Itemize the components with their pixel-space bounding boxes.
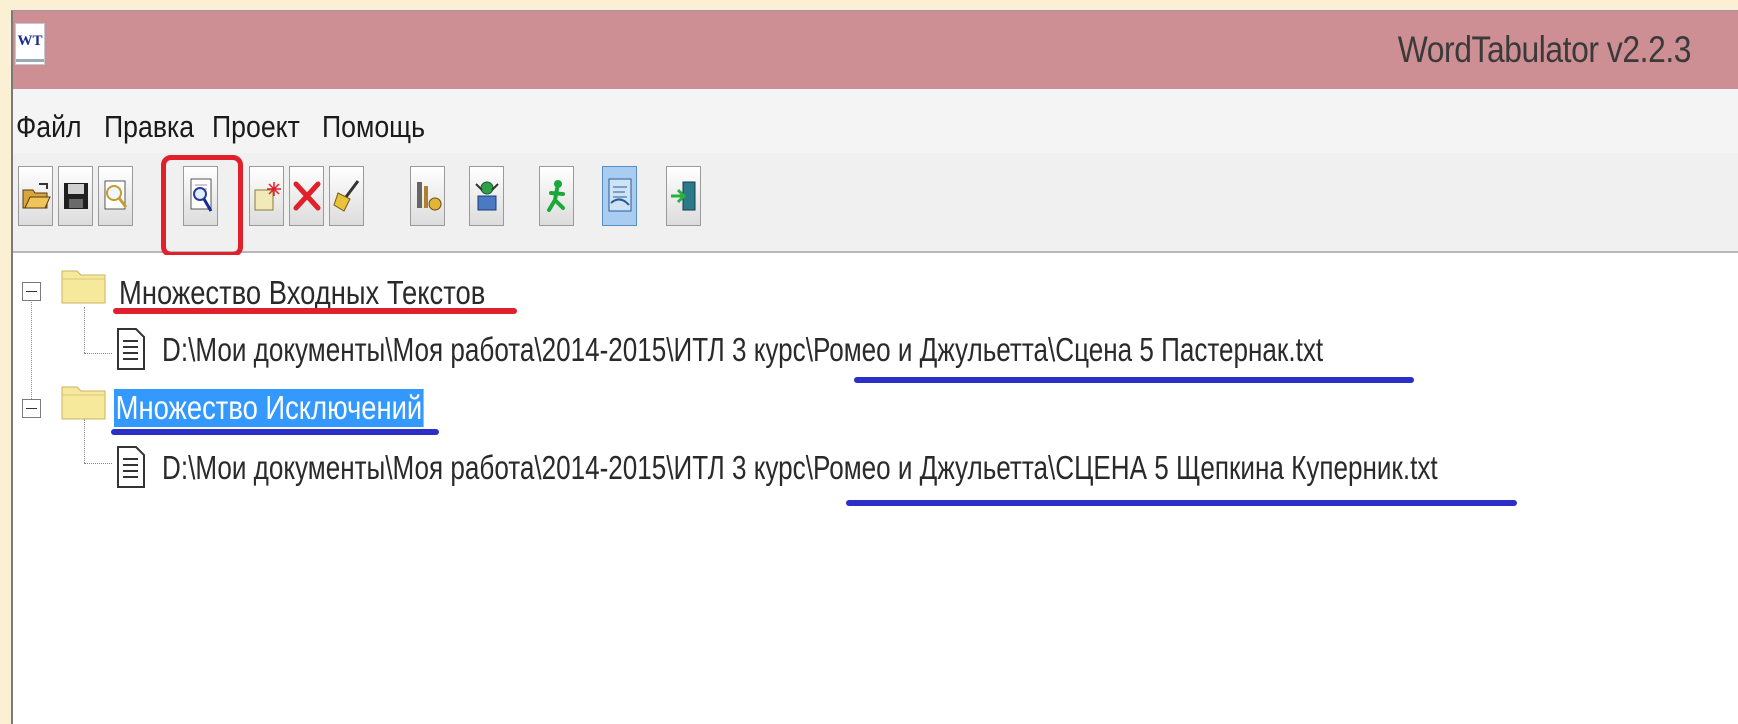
tree-node-input-texts[interactable]: Множество Входных Текстов [119, 274, 485, 312]
menu-project[interactable]: Проект [212, 109, 300, 145]
save-button[interactable] [58, 166, 93, 226]
collapse-toggle[interactable] [22, 282, 41, 301]
run-icon [546, 180, 565, 212]
delete-icon [293, 181, 320, 211]
clear-icon [332, 180, 359, 212]
window-title: WordTabulator v2.2.3 [1397, 29, 1692, 70]
app-window: WT WordTabulator v2.2.3 Файл Правка Прое… [11, 10, 1738, 724]
folder-icon [61, 386, 106, 420]
folder-icon [61, 270, 106, 304]
exit-button[interactable] [666, 166, 701, 226]
tree-file-path[interactable]: D:\Мои документы\Моя работа\2014-2015\ИТ… [162, 449, 1438, 487]
clear-button[interactable] [329, 166, 364, 226]
title-bar[interactable]: WT WordTabulator v2.2.3 [13, 11, 1738, 89]
document-view-icon [608, 178, 631, 212]
project-tree[interactable]: Множество Входных Текстов D:\Мои докумен… [13, 255, 1738, 724]
new-item-button[interactable] [249, 166, 284, 226]
preview-button[interactable] [98, 166, 133, 226]
settings-icon [474, 181, 499, 211]
menu-edit[interactable]: Правка [104, 109, 194, 145]
document-view-button[interactable] [602, 166, 637, 226]
menu-file[interactable]: Файл [16, 109, 82, 145]
save-icon [63, 183, 88, 209]
highlight-annotation [161, 155, 243, 257]
tree-node-exclusions[interactable]: Множество Исключений [114, 389, 424, 427]
delete-button[interactable] [289, 166, 324, 226]
toolbar [13, 153, 1738, 257]
exit-icon [670, 181, 695, 211]
tree-file-path[interactable]: D:\Мои документы\Моя работа\2014-2015\ИТ… [162, 331, 1323, 369]
open-button[interactable] [18, 166, 53, 226]
collapse-toggle[interactable] [22, 399, 41, 418]
run-button[interactable] [539, 166, 574, 226]
document-icon [117, 328, 145, 370]
tools-button[interactable] [410, 166, 445, 226]
preview-icon [104, 180, 127, 210]
red-underline-annotation [113, 308, 517, 314]
app-icon[interactable]: WT [15, 23, 45, 65]
menu-help[interactable]: Помощь [322, 109, 425, 145]
menu-bar: Файл Правка Проект Помощь [13, 89, 1738, 153]
settings-button[interactable] [469, 166, 504, 226]
blue-underline-annotation [846, 500, 1517, 506]
blue-underline-annotation [854, 377, 1414, 383]
document-icon [117, 446, 145, 488]
new-item-icon [254, 182, 281, 211]
blue-underline-annotation [111, 429, 439, 435]
open-folder-icon [22, 183, 51, 209]
tools-icon [416, 182, 441, 211]
